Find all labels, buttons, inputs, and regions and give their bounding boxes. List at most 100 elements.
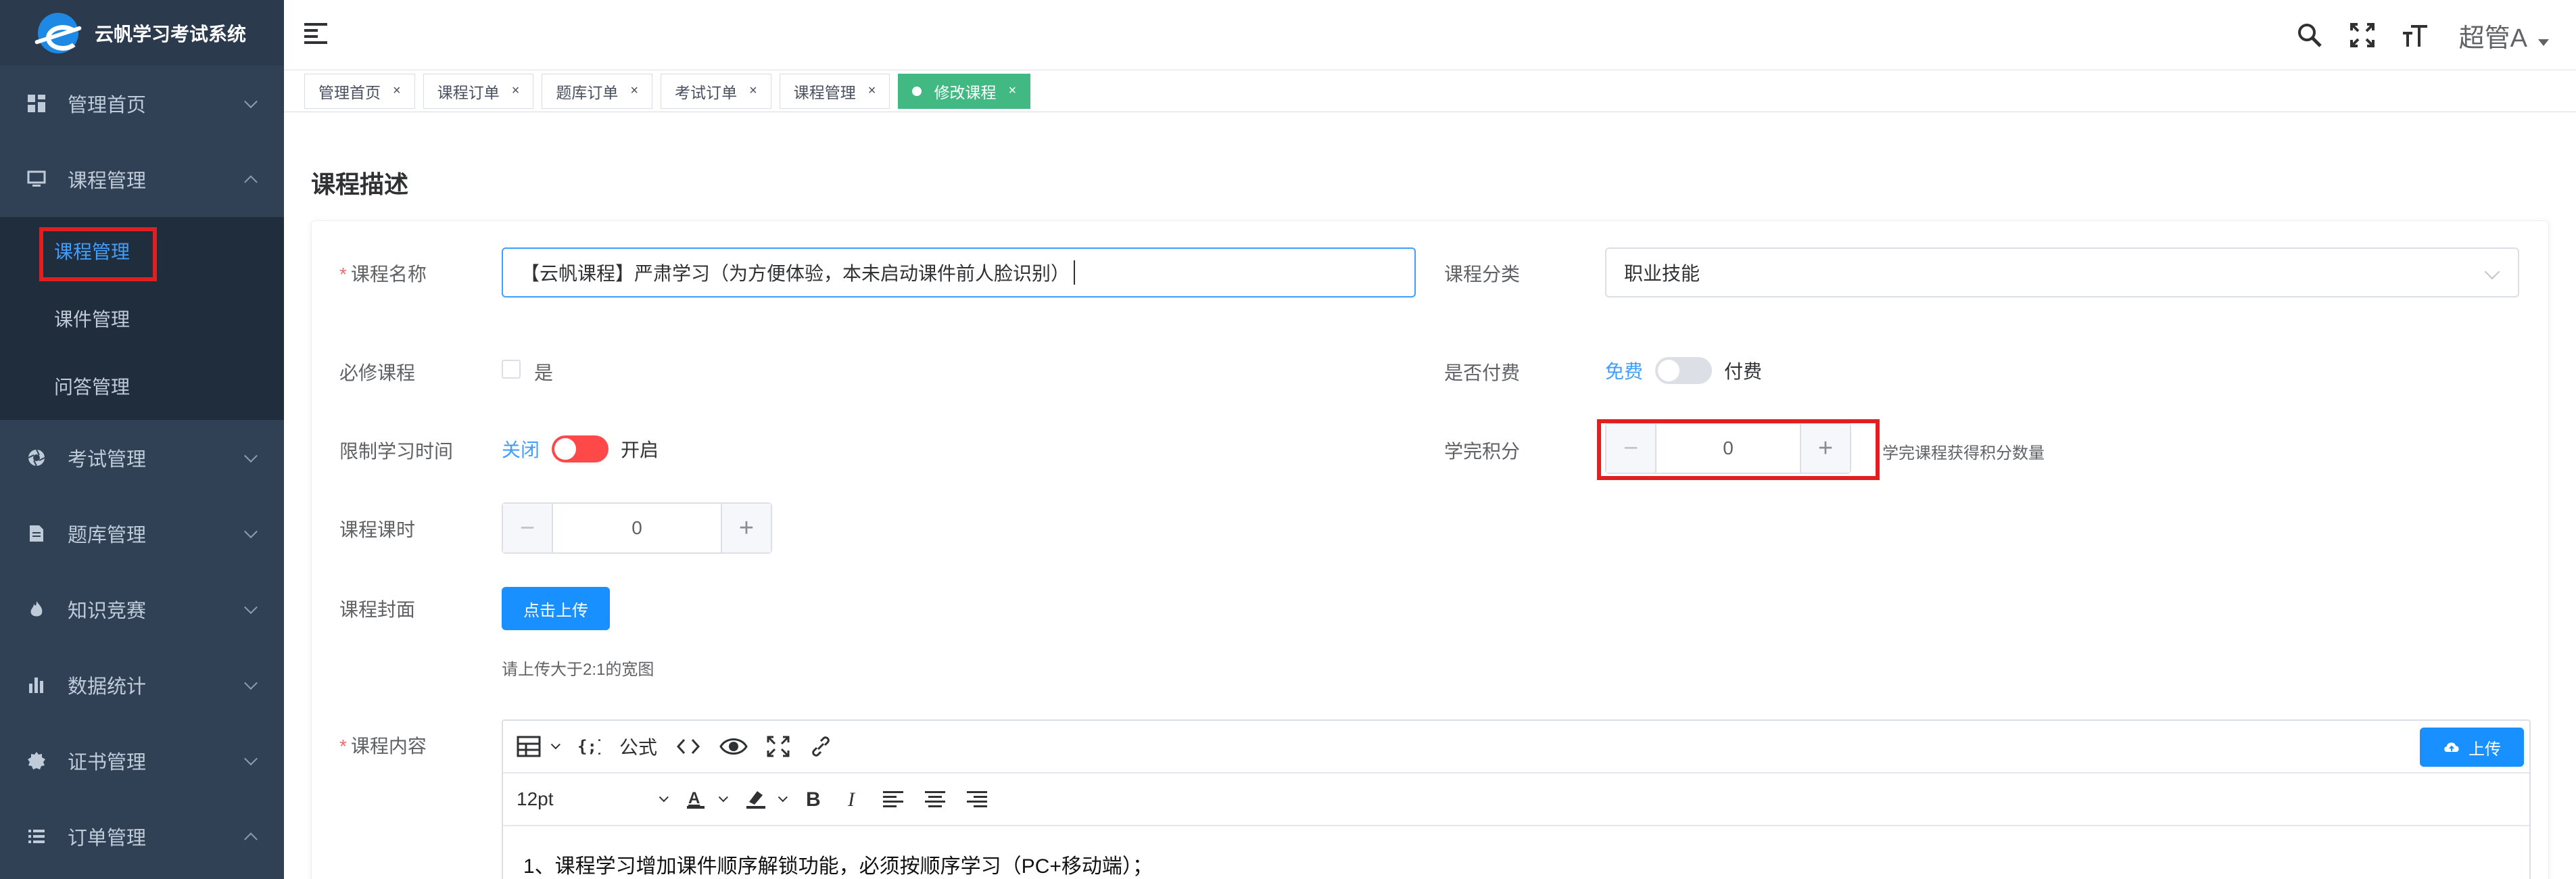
formula-button[interactable]: 公式 bbox=[619, 733, 657, 760]
rich-text-editor: {;} 公式 上传 12pt A bbox=[502, 719, 2531, 879]
editor-upload-button[interactable]: 上传 bbox=[2420, 728, 2524, 767]
points-label: 学完积分 bbox=[1444, 441, 1521, 462]
required-checkbox[interactable] bbox=[502, 360, 521, 379]
sidebar-item-dashboard[interactable]: 管理首页 bbox=[0, 66, 284, 141]
section-title: 课程描述 bbox=[311, 170, 409, 198]
course-name-input[interactable]: 【云帆课程】严肃学习（为方便体验，本未启动课件前人脸识别） bbox=[502, 247, 1416, 298]
close-icon[interactable]: × bbox=[393, 83, 401, 99]
variable-icon[interactable]: {;} bbox=[576, 733, 600, 760]
cloud-upload-icon bbox=[2444, 742, 2459, 752]
sidebar-item-contest[interactable]: 知识竞赛 bbox=[0, 571, 284, 647]
preview-eye-icon[interactable] bbox=[719, 733, 748, 760]
fullscreen-icon[interactable] bbox=[2348, 21, 2377, 49]
list-icon bbox=[26, 826, 47, 847]
course-name-label: * 课程名称 bbox=[339, 264, 427, 285]
limit-time-switch[interactable] bbox=[552, 435, 609, 462]
svg-text:I: I bbox=[847, 788, 856, 810]
link-icon[interactable] bbox=[809, 733, 833, 760]
sidebar-item-label: 数据统计 bbox=[68, 676, 147, 698]
fullscreen-icon[interactable] bbox=[767, 733, 790, 760]
tag-label: 课程订单 bbox=[437, 83, 500, 101]
limit-time-off-label[interactable]: 关闭 bbox=[502, 435, 540, 462]
sidebar: 云帆学习考试系统 管理首页 课程管理 课程管理 课件管理 问答管理 考试管理 题… bbox=[0, 0, 284, 879]
app-title: 云帆学习考试系统 bbox=[95, 23, 247, 45]
close-icon[interactable]: × bbox=[1008, 83, 1016, 99]
menu-toggle-icon[interactable] bbox=[304, 23, 327, 44]
table-icon[interactable] bbox=[517, 733, 560, 760]
chevron-down-icon bbox=[244, 600, 258, 615]
course-name-value: 【云帆课程】严肃学习（为方便体验，本未启动课件前人脸识别） bbox=[521, 263, 1070, 284]
sidebar-subitem-qa[interactable]: 问答管理 bbox=[0, 352, 284, 420]
sidebar-item-question-bank[interactable]: 题库管理 bbox=[0, 496, 284, 571]
close-icon[interactable]: × bbox=[868, 83, 876, 99]
cover-hint: 请上传大于2:1的宽图 bbox=[502, 661, 654, 679]
close-icon[interactable]: × bbox=[512, 83, 520, 99]
tag-bank-orders[interactable]: 题库订单 × bbox=[542, 73, 653, 109]
limit-time-on-label[interactable]: 开启 bbox=[621, 435, 659, 462]
close-icon[interactable]: × bbox=[630, 83, 638, 99]
align-left-icon[interactable] bbox=[882, 786, 905, 813]
tag-dashboard[interactable]: 管理首页 × bbox=[304, 73, 415, 109]
sidebar-subitem-label: 课件管理 bbox=[54, 309, 130, 330]
sidebar-item-exam[interactable]: 考试管理 bbox=[0, 420, 284, 496]
user-name[interactable]: 超管A bbox=[2459, 17, 2527, 54]
highlight-box bbox=[1597, 419, 1880, 480]
content-label: * 课程内容 bbox=[339, 736, 427, 757]
tag-exam-orders[interactable]: 考试订单 × bbox=[661, 73, 771, 109]
sidebar-item-label: 知识竞赛 bbox=[68, 600, 147, 622]
chevron-down-icon bbox=[244, 449, 258, 463]
logo-icon bbox=[38, 12, 80, 53]
hours-value[interactable]: 0 bbox=[553, 504, 721, 552]
dashboard-icon bbox=[26, 93, 47, 114]
paid-on-label[interactable]: 付费 bbox=[1724, 357, 1762, 384]
category-select[interactable]: 职业技能 bbox=[1605, 247, 2519, 298]
search-icon[interactable] bbox=[2295, 21, 2324, 49]
caret-down-icon[interactable] bbox=[2538, 39, 2549, 46]
editor-content[interactable]: 1、课程学习增加课件顺序解锁功能，必须按顺序学习（PC+移动端）； bbox=[503, 826, 2529, 879]
font-size-icon[interactable] bbox=[2401, 21, 2429, 49]
align-center-icon[interactable] bbox=[924, 786, 947, 813]
code-icon[interactable] bbox=[676, 733, 700, 760]
sidebar-subitem-label: 问答管理 bbox=[54, 377, 130, 398]
sidebar-item-orders[interactable]: 订单管理 bbox=[0, 799, 284, 874]
hours-label: 课程课时 bbox=[339, 519, 416, 540]
upload-cover-button[interactable]: 点击上传 bbox=[502, 587, 610, 630]
hours-stepper: − 0 + bbox=[502, 502, 772, 554]
bold-icon[interactable]: B bbox=[803, 786, 824, 813]
tag-edit-course[interactable]: 修改课程 × bbox=[898, 73, 1031, 109]
sidebar-subitem-courseware[interactable]: 课件管理 bbox=[0, 285, 284, 352]
chevron-down-icon bbox=[244, 752, 258, 766]
sidebar-item-label: 考试管理 bbox=[68, 449, 147, 471]
tag-label: 管理首页 bbox=[318, 83, 381, 101]
editor-toolbar-1: {;} 公式 上传 bbox=[503, 721, 2529, 774]
sidebar-item-statistics[interactable]: 数据统计 bbox=[0, 647, 284, 723]
align-right-icon[interactable] bbox=[965, 786, 988, 813]
badge-icon bbox=[26, 750, 47, 771]
category-label: 课程分类 bbox=[1444, 264, 1521, 285]
close-icon[interactable]: × bbox=[749, 83, 757, 99]
italic-icon[interactable]: I bbox=[842, 786, 863, 813]
paid-switch[interactable] bbox=[1655, 357, 1713, 384]
tag-label: 课程管理 bbox=[793, 83, 856, 101]
sidebar-item-certificate[interactable]: 证书管理 bbox=[0, 723, 284, 799]
highlight-box bbox=[39, 227, 157, 281]
sidebar-item-course[interactable]: 课程管理 bbox=[0, 141, 284, 217]
text-color-icon[interactable]: A bbox=[684, 786, 728, 813]
header-actions: 超管A bbox=[2295, 0, 2549, 70]
editor-upload-label: 上传 bbox=[2468, 740, 2501, 759]
paid-off-label[interactable]: 免费 bbox=[1605, 357, 1643, 384]
paid-switch-group: 免费 付费 bbox=[1605, 357, 1762, 384]
font-size-select[interactable]: 12pt bbox=[517, 786, 669, 813]
logo-bar[interactable]: 云帆学习考试系统 bbox=[0, 0, 284, 66]
svg-text:A: A bbox=[688, 789, 700, 807]
tag-course-manage[interactable]: 课程管理 × bbox=[779, 73, 890, 109]
bar-chart-icon bbox=[26, 674, 47, 696]
required-checkbox-label[interactable]: 是 bbox=[534, 358, 553, 385]
tag-course-orders[interactable]: 课程订单 × bbox=[423, 73, 534, 109]
decrease-button[interactable]: − bbox=[503, 504, 553, 552]
increase-button[interactable]: + bbox=[721, 504, 771, 552]
chevron-down-icon bbox=[244, 676, 258, 690]
font-size-value: 12pt bbox=[517, 788, 554, 809]
highlight-color-icon[interactable] bbox=[744, 786, 788, 813]
fire-icon bbox=[26, 598, 47, 620]
